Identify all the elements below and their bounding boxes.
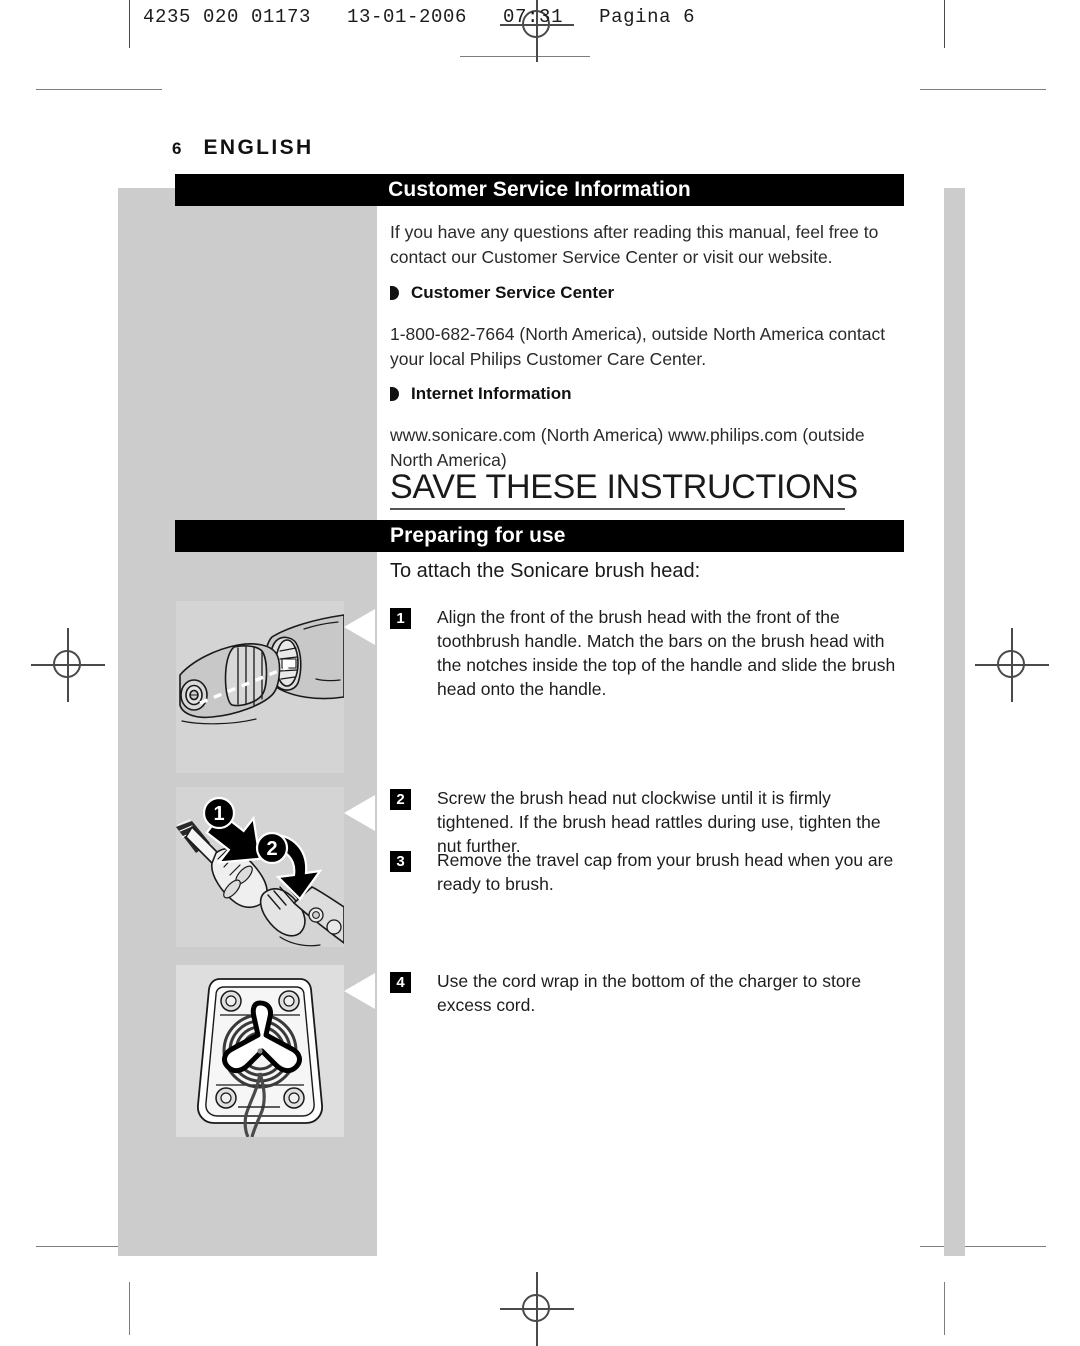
section-banner-title: Preparing for use [390,524,566,547]
bullet-triangle-icon [390,286,399,300]
step-number-badge: 1 [390,608,411,629]
step-number-badge: 3 [390,851,411,872]
brush-head-alignment-illustration [176,601,344,773]
crop-mark-bottom-right [920,1246,1046,1247]
page-edge-left [129,0,130,48]
preparing-lead-in: To attach the Sonicare brush head: [390,560,701,582]
cord-wrap-center-post [257,1048,263,1054]
page-edge-right [944,0,945,48]
charger-cord-wrap-illustration [176,965,344,1137]
crop-mark-top-left [36,89,162,90]
customer-service-center-body: 1-800-682-7664 (North America), outside … [390,324,886,369]
subhead-label: Customer Service Center [411,283,615,302]
internet-information-body: www.sonicare.com (North America) www.phi… [390,425,865,470]
scan-header-text: 4235 020 01173 13-01-2006 07:31 Pagina 6 [143,6,696,28]
figure-charger-cord-wrap [176,965,375,1137]
crop-mark-right-bottom [944,1282,945,1335]
registration-circle [522,1294,550,1322]
subhead-internet-information: Internet Information [390,384,902,404]
section-banner-title: Customer Service Information [388,178,691,201]
step-item: 1 Align the front of the brush head with… [390,605,902,701]
brush-head-attach-illustration: 1 2 [176,787,344,947]
running-head: 6 ENGLISH [172,136,314,160]
step-text: Remove the travel cap from your brush he… [437,850,894,894]
section-banner-preparing-for-use: Preparing for use [175,520,904,552]
callout-badge-2: 2 [255,831,289,865]
step-text: Use the cord wrap in the bottom of the c… [437,971,862,1015]
step-item: 3 Remove the travel cap from your brush … [390,848,902,896]
save-instructions-underline [390,508,845,510]
page-number: 6 [172,139,182,158]
figure-brush-head-alignment [176,601,375,773]
step-item: 4 Use the cord wrap in the bottom of the… [390,969,902,1017]
figure-brush-head-attach: 1 2 [176,787,375,947]
step-text: Align the front of the brush head with t… [437,607,896,699]
registration-circle [53,650,81,678]
callout-badge-1: 1 [202,796,236,830]
crop-mark-top-right [920,89,1046,90]
figure-pointer-triangle [344,973,375,1009]
subhead-customer-service-center: Customer Service Center [390,283,902,303]
section-banner-customer-service: Customer Service Information [175,174,904,206]
language-label: ENGLISH [203,136,314,159]
figure-pointer-triangle [344,609,375,645]
bullet-triangle-icon [390,387,399,401]
save-instructions-text: SAVE THESE INSTRUCTIONS [390,468,858,506]
registration-circle [997,650,1025,678]
customer-service-intro: If you have any questions after reading … [390,222,879,267]
step-number-badge: 2 [390,789,411,810]
subhead-label: Internet Information [411,384,572,403]
figure-pointer-triangle [344,795,375,831]
crop-mark-left-bottom [129,1282,130,1335]
svg-text:1: 1 [213,803,224,825]
registration-mark-left [31,628,105,702]
step-number-badge: 4 [390,972,411,993]
registration-mark-right [975,628,1049,702]
save-instructions-callout: SAVE THESE INSTRUCTIONS [390,468,902,510]
svg-text:2: 2 [266,838,277,860]
right-margin-band [944,188,965,1256]
